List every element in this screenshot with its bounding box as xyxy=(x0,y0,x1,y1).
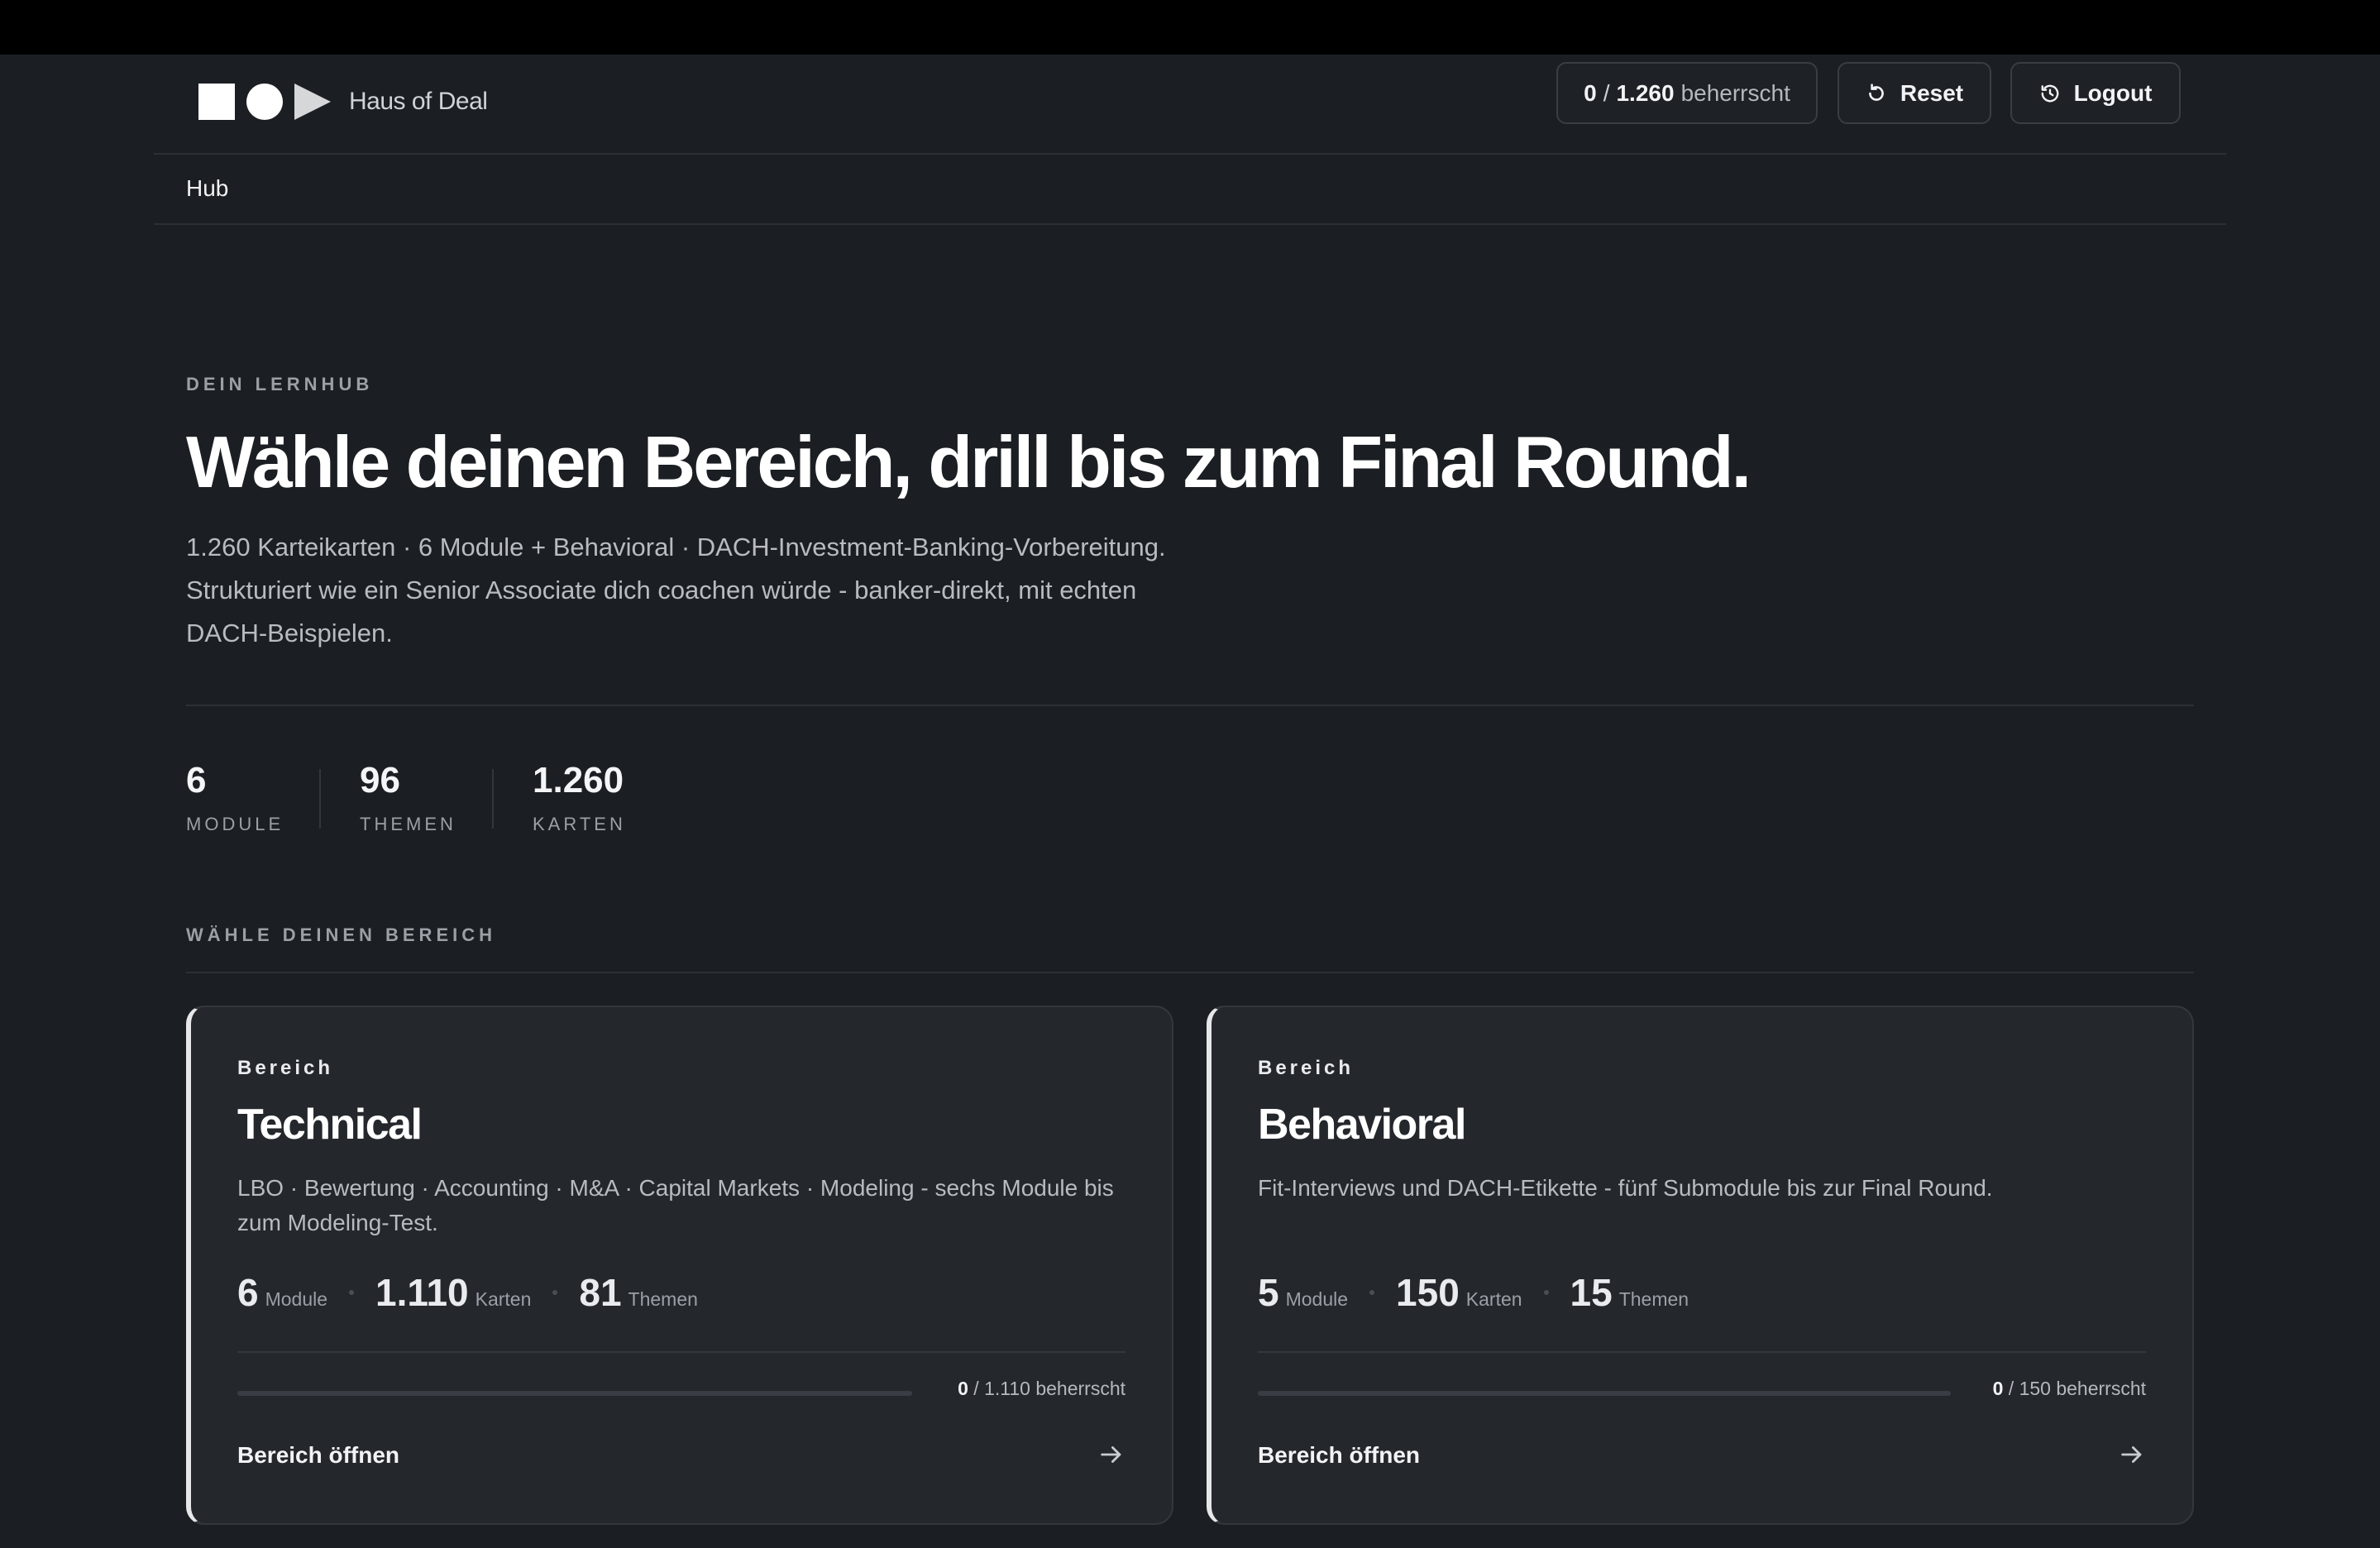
progress-suffix: beherrscht xyxy=(2056,1378,2146,1399)
circle-icon xyxy=(246,84,283,120)
stat-divider xyxy=(492,769,494,829)
square-icon xyxy=(198,84,235,120)
metric-unit: Themen xyxy=(628,1288,698,1310)
metric-separator-dot xyxy=(349,1290,355,1295)
hero-description-line: DACH-Beispielen. xyxy=(186,619,393,647)
metric-cards: 150 Karten xyxy=(1396,1270,1522,1315)
section-label: WÄHLE DEINEN BEREICH xyxy=(186,924,497,945)
stat-value: 6 xyxy=(186,760,207,800)
progress-mastered: 0 xyxy=(958,1378,968,1399)
metric-unit: Karten xyxy=(1465,1288,1522,1310)
card-divider xyxy=(1258,1351,2146,1353)
reset-button[interactable]: Reset xyxy=(1838,62,1991,124)
card-metrics: 5 Module 150 Karten 15 Themen xyxy=(1258,1270,1689,1315)
metric-unit: Module xyxy=(265,1288,328,1310)
stat-divider xyxy=(319,769,321,829)
card-description: LBO · Bewertung · Accounting · M&A · Cap… xyxy=(237,1175,1114,1235)
mastery-current: 0 xyxy=(1584,79,1597,106)
metric-value: 5 xyxy=(1258,1271,1279,1314)
area-card-behavioral[interactable]: Bereich Behavioral Fit-Interviews und DA… xyxy=(1207,1006,2194,1525)
metric-value: 6 xyxy=(237,1271,259,1314)
area-card-technical[interactable]: Bereich Technical LBO · Bewertung · Acco… xyxy=(186,1006,1173,1525)
page-title: Wähle deinen Bereich, drill bis zum Fina… xyxy=(186,421,1752,503)
card-title: Behavioral xyxy=(1258,1101,1466,1149)
hero-description: 1.260 Karteikarten · 6 Module + Behavior… xyxy=(186,526,1278,655)
metric-value: 1.110 xyxy=(375,1271,469,1314)
section-divider xyxy=(186,972,2194,973)
progress-suffix: beherrscht xyxy=(1035,1378,1125,1399)
window-top-bar xyxy=(0,0,2380,55)
mastery-separator: / xyxy=(1603,79,1610,106)
stat-value: 1.260 xyxy=(533,760,624,800)
header-divider xyxy=(154,153,2226,155)
metric-unit: Karten xyxy=(475,1288,532,1310)
arrow-right-icon[interactable] xyxy=(1097,1440,1125,1469)
rotate-ccw-icon xyxy=(1868,83,1884,101)
progress-bar xyxy=(237,1391,912,1396)
mastery-counter: 0 / 1.260 beherrscht xyxy=(1556,62,1818,124)
history-icon xyxy=(2041,84,2058,102)
stat-label: MODULE xyxy=(186,814,284,834)
metric-unit: Module xyxy=(1285,1288,1349,1310)
hero-divider xyxy=(186,705,2194,706)
stat-label: THEMEN xyxy=(360,814,456,834)
open-area-link[interactable]: Bereich öffnen xyxy=(1258,1442,1420,1469)
card-kicker: Bereich xyxy=(237,1057,334,1079)
nav-divider xyxy=(154,223,2226,225)
stat-value: 96 xyxy=(360,760,400,800)
metric-modules: 5 Module xyxy=(1258,1270,1348,1315)
stat-topics: 96 THEMEN xyxy=(360,759,456,835)
metric-value: 81 xyxy=(579,1271,622,1314)
metric-unit: Themen xyxy=(1618,1288,1689,1310)
progress-bar xyxy=(1258,1391,1951,1396)
logout-button[interactable]: Logout xyxy=(2010,62,2181,124)
app-header: Haus of Deal 0 / 1.260 beherrscht Reset … xyxy=(0,55,2380,153)
open-area-link[interactable]: Bereich öffnen xyxy=(237,1442,399,1469)
hero-eyebrow: DEIN LERNHUB xyxy=(186,374,374,394)
card-kicker: Bereich xyxy=(1258,1057,1355,1079)
mastery-suffix: beherrscht xyxy=(1680,79,1790,106)
stat-label: KARTEN xyxy=(533,814,626,834)
progress-mastered: 0 xyxy=(1992,1378,2004,1399)
nav-item-hub[interactable]: Hub xyxy=(186,175,228,202)
card-description: Fit-Interviews und DACH-Etikette - fünf … xyxy=(1258,1175,1993,1201)
hero-description-line: Strukturiert wie ein Senior Associate di… xyxy=(186,576,1137,604)
logout-label: Logout xyxy=(2073,79,2153,106)
brand-name: Haus of Deal xyxy=(349,88,488,115)
metric-cards: 1.110 Karten xyxy=(375,1270,531,1315)
stat-cards: 1.260 KARTEN xyxy=(533,759,626,835)
metric-separator-dot xyxy=(552,1290,558,1295)
stat-modules: 6 MODULE xyxy=(186,759,284,835)
card-divider xyxy=(237,1351,1125,1353)
metric-separator-dot xyxy=(1543,1290,1549,1295)
mastery-total: 1.260 xyxy=(1616,79,1675,106)
card-metrics: 6 Module 1.110 Karten 81 Themen xyxy=(237,1270,698,1315)
brand-logo[interactable]: Haus of Deal xyxy=(198,74,488,129)
metric-topics: 81 Themen xyxy=(579,1270,698,1315)
metric-value: 15 xyxy=(1570,1271,1613,1314)
arrow-right-icon[interactable] xyxy=(2118,1440,2146,1469)
metric-modules: 6 Module xyxy=(237,1270,327,1315)
progress-text: 0 / 150 beherrscht xyxy=(1992,1378,2146,1399)
metric-topics: 15 Themen xyxy=(1570,1270,1689,1315)
progress-total: 150 xyxy=(2019,1378,2051,1399)
progress-total: 1.110 xyxy=(984,1378,1030,1399)
progress-text: 0 / 1.110 beherrscht xyxy=(958,1378,1125,1399)
reset-label: Reset xyxy=(1900,79,1964,106)
metric-value: 150 xyxy=(1396,1271,1460,1314)
hero-description-line: 1.260 Karteikarten · 6 Module + Behavior… xyxy=(186,533,1166,561)
card-title: Technical xyxy=(237,1101,423,1149)
metric-separator-dot xyxy=(1369,1290,1375,1295)
play-triangle-icon xyxy=(294,84,331,120)
